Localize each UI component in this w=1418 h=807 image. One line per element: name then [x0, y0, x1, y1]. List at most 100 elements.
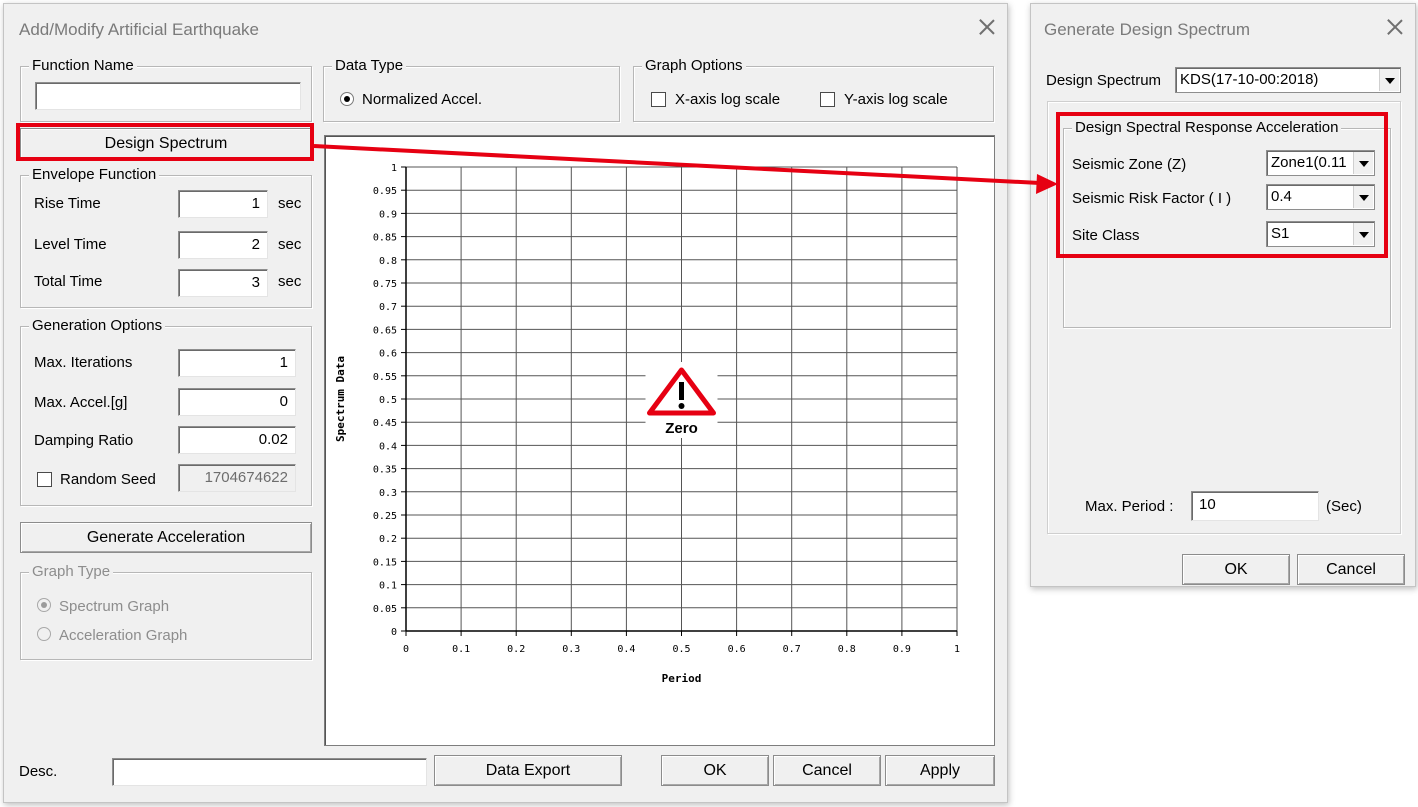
y-tick-label: 0.9: [379, 209, 397, 220]
spectrum-title-bar: Generate Design Spectrum: [1031, 4, 1415, 54]
spectrum-chart: 0 0.1 0.2 0.3 0.4 0.5 0.6 0.7 0.8 0.9 1 0 0.05 0.1 0.1…: [334, 163, 960, 685]
y-tick-label: 0.25: [373, 511, 397, 522]
envelope-function-group: Envelope Function Rise Time 1 sec Level …: [20, 166, 312, 308]
normalized-accel-label: Normalized Accel.: [362, 91, 483, 108]
y-tick-label: 0: [391, 627, 397, 638]
y-tick-label: 0.95: [373, 186, 397, 197]
y-tick-label: 0.5: [379, 395, 397, 406]
spectrum-ok-button[interactable]: OK: [1182, 554, 1290, 585]
dialog-title: Add/Modify Artificial Earthquake: [19, 20, 260, 39]
spectrum-plot: 0 0.1 0.2 0.3 0.4 0.5 0.6 0.7 0.8 0.9 1 0 0.05 0.1 0.1…: [324, 135, 995, 746]
y-axis-title: Spectrum Data: [334, 356, 347, 442]
max-iterations-label: Max. Iterations: [34, 354, 133, 371]
x-tick-label: 0: [403, 644, 409, 655]
level-time-unit: sec: [278, 236, 302, 253]
acceleration-graph-radio[interactable]: [37, 627, 51, 641]
y-tick-label: 0.15: [373, 557, 397, 568]
random-seed-input[interactable]: 1704674622: [178, 464, 296, 492]
y-tick-label: 0.35: [373, 465, 397, 476]
y-tick-label: 0.75: [373, 279, 397, 290]
function-name-input[interactable]: [35, 82, 301, 110]
rise-time-unit: sec: [278, 195, 302, 212]
design-spectrum-button-highlight: [16, 123, 314, 161]
y-tick-label: 0.65: [373, 325, 397, 336]
total-time-unit: sec: [278, 273, 302, 290]
rise-time-label: Rise Time: [34, 195, 101, 212]
y-tick-label: 1: [391, 163, 397, 174]
random-seed-label: Random Seed: [60, 471, 156, 488]
level-time-label: Level Time: [34, 236, 107, 253]
desc-input[interactable]: [112, 758, 427, 786]
graph-options-group: Graph Options X-axis log scale Y-axis lo…: [633, 57, 994, 122]
random-seed-checkbox[interactable]: [37, 472, 52, 487]
acceleration-graph-label: Acceleration Graph: [59, 627, 188, 644]
y-tick-label: 0.4: [379, 441, 397, 452]
max-accel-label: Max. Accel.[g]: [34, 394, 128, 411]
max-period-unit: (Sec): [1326, 498, 1362, 515]
damping-ratio-label: Damping Ratio: [34, 432, 134, 449]
y-tick-label: 0.05: [373, 604, 397, 615]
damping-ratio-input[interactable]: 0.02: [178, 426, 296, 454]
spectrum-graph-radio[interactable]: [37, 598, 51, 612]
graph-type-legend: Graph Type: [29, 563, 114, 580]
chevron-down-icon[interactable]: [1379, 69, 1399, 91]
spectrum-close-icon[interactable]: [1382, 14, 1408, 40]
data-export-button[interactable]: Data Export: [434, 755, 622, 786]
x-axis-log-label: X-axis log scale: [675, 91, 781, 108]
x-axis-title: Period: [662, 672, 702, 685]
x-tick-label: 0.5: [672, 644, 690, 655]
generation-options-legend: Generation Options: [29, 317, 166, 334]
y-tick-label: 0.7: [379, 302, 397, 313]
cancel-button[interactable]: Cancel: [773, 755, 881, 786]
spectrum-dialog-title: Generate Design Spectrum: [1044, 20, 1250, 39]
total-time-label: Total Time: [34, 273, 103, 290]
rise-time-input[interactable]: 1: [178, 190, 268, 218]
graph-options-legend: Graph Options: [642, 57, 746, 74]
y-tick-label: 0.45: [373, 418, 397, 429]
y-tick-label: 0.2: [379, 534, 397, 545]
max-accel-input[interactable]: 0: [178, 388, 296, 416]
x-tick-label: 0.8: [838, 644, 856, 655]
design-spectrum-value: KDS(17-10-00:2018): [1180, 71, 1319, 88]
graph-type-group: Graph Type Spectrum Graph Acceleration G…: [20, 563, 312, 660]
desc-label: Desc.: [19, 763, 58, 780]
x-tick-label: 0.2: [507, 644, 525, 655]
x-tick-label: 0.1: [452, 644, 470, 655]
generation-options-group: Generation Options Max. Iterations 1 Max…: [20, 317, 312, 506]
warning-label: Zero: [665, 420, 698, 437]
envelope-function-legend: Envelope Function: [29, 166, 160, 183]
spectral-response-highlight: [1056, 112, 1388, 258]
x-axis-log-checkbox[interactable]: [651, 92, 666, 107]
apply-button[interactable]: Apply: [885, 755, 995, 786]
title-bar: Add/Modify Artificial Earthquake: [4, 4, 1007, 54]
normalized-accel-radio[interactable]: [340, 92, 354, 106]
max-period-label: Max. Period :: [1085, 498, 1174, 515]
y-tick-label: 0.85: [373, 233, 397, 244]
generate-acceleration-button[interactable]: Generate Acceleration: [20, 522, 312, 553]
x-tick-label: 0.9: [893, 644, 911, 655]
warning-icon: Zero: [645, 362, 718, 438]
x-tick-label: 0.3: [562, 644, 580, 655]
x-tick-label: 0.4: [617, 644, 635, 655]
function-name-group: Function Name: [20, 57, 312, 122]
exclamation-dot: [678, 403, 685, 409]
total-time-input[interactable]: 3: [178, 269, 268, 297]
x-tick-label: 0.6: [728, 644, 746, 655]
design-spectrum-select[interactable]: KDS(17-10-00:2018): [1175, 67, 1401, 93]
y-axis-log-checkbox[interactable]: [820, 92, 835, 107]
generate-design-spectrum-dialog: Generate Design Spectrum Design Spectrum…: [1030, 3, 1416, 587]
x-tick-label: 1: [954, 644, 960, 655]
y-axis-log-label: Y-axis log scale: [844, 91, 948, 108]
spectrum-graph-label: Spectrum Graph: [59, 598, 170, 615]
y-tick-label: 0.8: [379, 256, 397, 267]
y-tick-label: 0.6: [379, 349, 397, 360]
y-tick-label: 0.1: [379, 581, 397, 592]
ok-button[interactable]: OK: [661, 755, 769, 786]
max-period-input[interactable]: 10: [1191, 491, 1319, 521]
y-tick-label: 0.3: [379, 488, 397, 499]
exclamation-bar: [679, 382, 684, 400]
max-iterations-input[interactable]: 1: [178, 349, 296, 377]
spectrum-cancel-button[interactable]: Cancel: [1297, 554, 1405, 585]
level-time-input[interactable]: 2: [178, 231, 268, 259]
close-icon[interactable]: [974, 14, 1000, 40]
